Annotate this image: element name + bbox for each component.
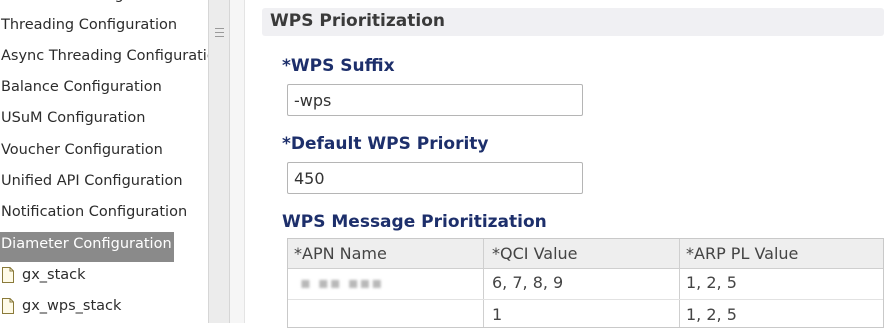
- section-header: WPS Prioritization: [262, 8, 884, 36]
- sidebar-subitem-label: gx_wps_stack: [22, 298, 122, 314]
- grip-icon: [215, 28, 224, 38]
- wps-message-table: *APN Name *QCI Value *ARP PL Value ▪ ▪▪ …: [287, 238, 884, 328]
- default-wps-priority-input[interactable]: [287, 162, 583, 194]
- wps-suffix-input[interactable]: [287, 84, 583, 116]
- wps-suffix-label: *WPS Suffix: [282, 56, 395, 76]
- table-row[interactable]: ▪ ▪▪ ▪▪▪ 6, 7, 8, 9 1, 2, 5: [288, 268, 883, 300]
- cell-qci-value: 1: [492, 305, 503, 324]
- cell-apn-name: ▪ ▪▪ ▪▪▪: [300, 273, 384, 292]
- default-wps-priority-label: *Default WPS Priority: [282, 134, 489, 154]
- table-header: *APN Name *QCI Value *ARP PL Value: [288, 239, 883, 269]
- file-icon: [2, 267, 14, 283]
- sidebar-item-balance[interactable]: Balance Configuration: [0, 73, 208, 101]
- table-row[interactable]: 1 1, 2, 5: [288, 300, 883, 327]
- sidebar-subitem-gx-wps-stack[interactable]: gx_wps_stack: [0, 292, 208, 320]
- file-icon: [2, 298, 14, 314]
- section-title: WPS Prioritization: [270, 11, 445, 31]
- main-panel: WPS Prioritization *WPS Suffix *Default …: [245, 0, 884, 328]
- sidebar-item-async-threading[interactable]: Async Threading Configuratio: [0, 42, 208, 70]
- sidebar-item-unified-api[interactable]: Unified API Configuration: [0, 167, 208, 195]
- sidebar-item-validation[interactable]: Validation Configuration: [0, 0, 208, 9]
- sidebar-item-threading[interactable]: Threading Configuration: [0, 11, 208, 39]
- column-header-arp-pl-value[interactable]: *ARP PL Value: [686, 240, 798, 268]
- column-header-qci-value[interactable]: *QCI Value: [492, 240, 578, 268]
- column-header-apn-name[interactable]: *APN Name: [294, 240, 387, 268]
- sidebar-item-voucher[interactable]: Voucher Configuration: [0, 136, 208, 164]
- cell-arp-pl-value: 1, 2, 5: [686, 273, 737, 292]
- sidebar-item-usum[interactable]: USuM Configuration: [0, 104, 208, 132]
- cell-qci-value: 6, 7, 8, 9: [492, 273, 564, 292]
- cell-arp-pl-value: 1, 2, 5: [686, 305, 737, 324]
- content-gutter: [230, 0, 245, 323]
- wps-message-prioritization-heading: WPS Message Prioritization: [282, 212, 547, 232]
- sidebar-item-diameter[interactable]: Diameter Configuration: [0, 232, 174, 262]
- sidebar-item-notification[interactable]: Notification Configuration: [0, 198, 208, 226]
- sidebar-tree: Validation Configuration Threading Confi…: [0, 0, 208, 323]
- sidebar-subitem-label: gx_stack: [22, 267, 86, 283]
- sidebar-subitem-gx-stack[interactable]: gx_stack: [0, 261, 208, 289]
- panel-splitter[interactable]: [208, 0, 230, 323]
